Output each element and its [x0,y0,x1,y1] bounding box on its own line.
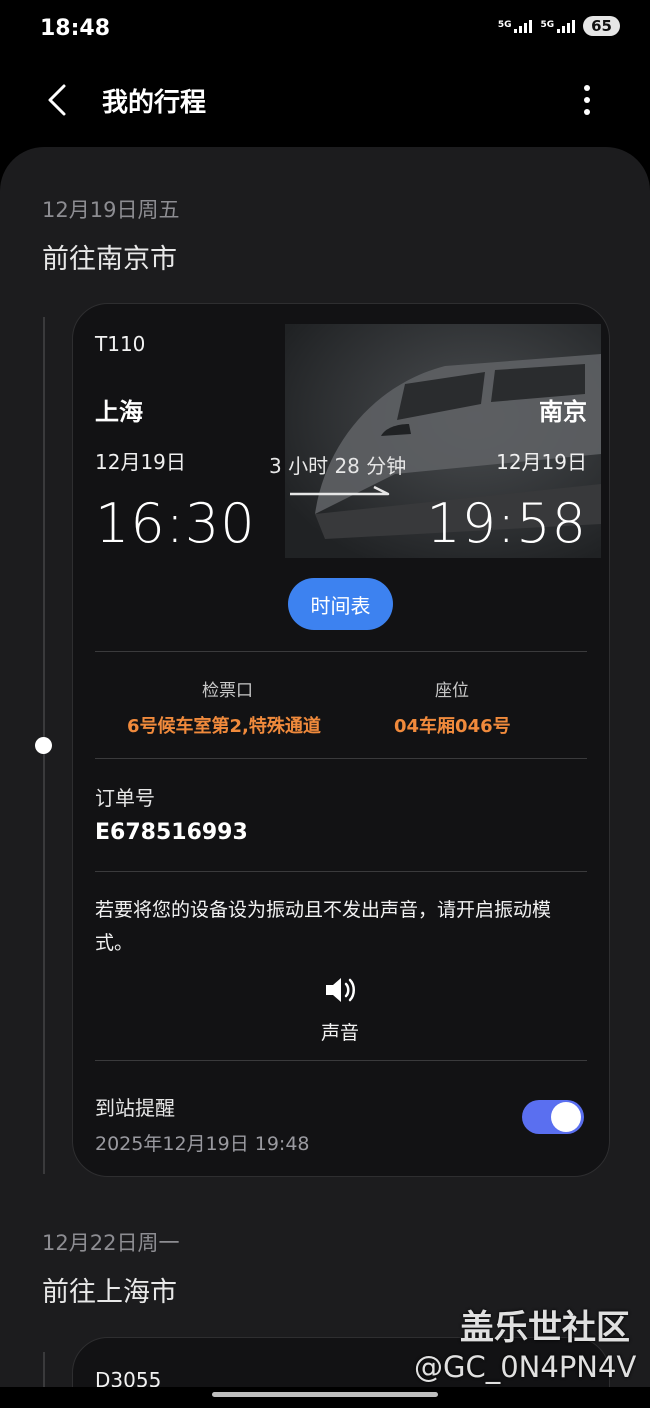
trip-destination: 前往上海市 [42,1277,177,1308]
status-time: 18:48 [40,16,111,41]
arrival-station: 南京 [539,398,587,426]
order-label: 订单号 [95,786,155,810]
watermark: 盖乐世社区 [460,1308,630,1348]
back-icon[interactable] [40,82,76,118]
reminder-label: 到站提醒 [95,1096,175,1120]
departure-station: 上海 [95,398,143,426]
divider [95,651,587,652]
train-number: T110 [95,332,146,356]
arrival-time: 19:58 [426,492,587,555]
trip-date: 12月19日周五 [42,198,180,222]
train-number: D3055 [95,1368,162,1387]
signal-icon: 5G [540,19,576,33]
arrow-icon [290,485,390,496]
seat-value: 04车厢046号 [394,716,511,737]
schedule-button[interactable]: 时间表 [288,578,393,630]
status-icons: 5G 5G 65 [498,16,620,36]
timeline-line [43,1352,45,1387]
signal-icon: 5G [498,19,533,33]
trip-destination: 前往南京市 [42,244,177,275]
vibrate-notice: 若要将您的设备设为振动且不发出声音，请开启振动模式。 [95,899,552,954]
more-icon[interactable] [572,82,602,118]
arrival-date: 12月19日 [496,450,587,474]
top-app-bar: 我的行程 [0,70,650,130]
timeline-dot [35,737,52,754]
battery-icon: 65 [583,16,620,36]
sound-label[interactable]: 声音 [321,1018,359,1045]
status-bar: 18:48 5G 5G 65 [0,0,650,60]
toggle-knob [551,1102,581,1132]
reminder-time: 2025年12月19日 19:48 [95,1133,310,1155]
trip-duration: 3 小时 28 分钟 [269,454,407,478]
home-indicator[interactable] [212,1392,438,1397]
gate-label: 检票口 [202,681,253,701]
departure-time: 16:30 [95,492,256,555]
trip-card[interactable]: T110 上海 南京 12月19日 12月19日 3 小时 28 分钟 16:3… [72,303,610,1177]
trips-panel: 12月19日周五 前往南京市 T110 上海 南京 12月19日 12月19日 … [0,147,650,1387]
seat-label: 座位 [435,681,469,701]
order-number[interactable]: E678516993 [95,820,248,845]
departure-date: 12月19日 [95,450,186,474]
divider [95,758,587,759]
page-title: 我的行程 [102,88,207,118]
trip-date: 12月22日周一 [42,1231,180,1255]
arrival-reminder-toggle[interactable] [522,1100,584,1134]
gate-value: 6号候车室第2,特殊通道 [127,716,321,737]
watermark-handle: @GC_0N4PN4V [414,1350,637,1384]
divider [95,1060,587,1061]
divider [95,871,587,872]
speaker-icon[interactable] [323,974,359,1006]
